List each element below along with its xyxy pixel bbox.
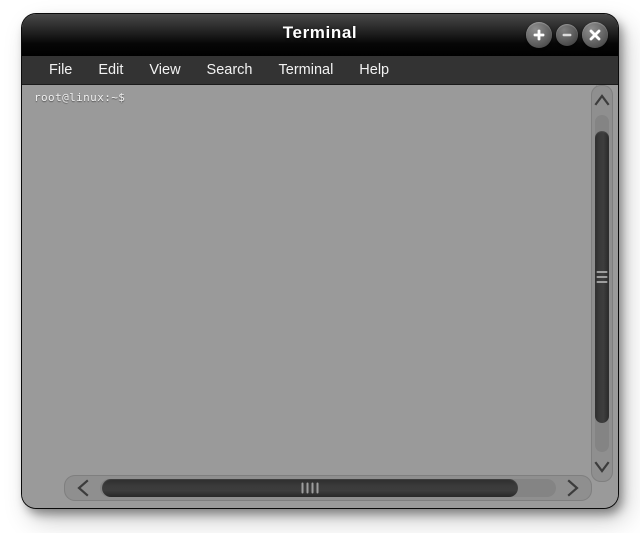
menu-item-view[interactable]: View (136, 56, 193, 85)
minus-icon (562, 33, 572, 37)
close-button[interactable] (582, 22, 608, 48)
menubar: File Edit View Search Terminal Help (22, 56, 618, 85)
menu-item-file[interactable]: File (36, 56, 85, 85)
horizontal-thumb-grip (301, 482, 319, 494)
window-body: root@linux:~$ (22, 85, 618, 508)
chevron-left-icon (77, 479, 89, 497)
horizontal-scrollbar[interactable] (64, 475, 592, 501)
terminal-text-area[interactable]: root@linux:~$ (30, 85, 597, 469)
menu-item-search[interactable]: Search (194, 56, 266, 85)
scroll-down-button[interactable] (591, 454, 613, 480)
scroll-up-button[interactable] (591, 87, 613, 113)
window-controls (526, 22, 608, 48)
terminal-window: Terminal File Edit View Search Terminal … (22, 14, 618, 508)
desktop-backdrop: Terminal File Edit View Search Terminal … (0, 0, 640, 533)
vertical-thumb-grip (596, 271, 608, 283)
horizontal-scroll-thumb[interactable] (102, 479, 518, 497)
menu-item-help[interactable]: Help (346, 56, 402, 85)
vertical-scroll-thumb[interactable] (595, 131, 609, 423)
chevron-right-icon (567, 479, 579, 497)
menu-item-terminal[interactable]: Terminal (266, 56, 347, 85)
terminal-prompt: root@linux:~$ (34, 91, 126, 104)
maximize-button[interactable] (526, 22, 552, 48)
minimize-button[interactable] (556, 24, 578, 46)
plus-icon (533, 29, 545, 41)
close-icon (589, 29, 601, 41)
window-titlebar[interactable]: Terminal (22, 14, 618, 56)
chevron-down-icon (594, 461, 610, 473)
menu-item-edit[interactable]: Edit (85, 56, 136, 85)
chevron-up-icon (594, 94, 610, 106)
vertical-scrollbar[interactable] (591, 85, 613, 482)
scroll-left-button[interactable] (66, 475, 100, 501)
scroll-right-button[interactable] (556, 475, 590, 501)
